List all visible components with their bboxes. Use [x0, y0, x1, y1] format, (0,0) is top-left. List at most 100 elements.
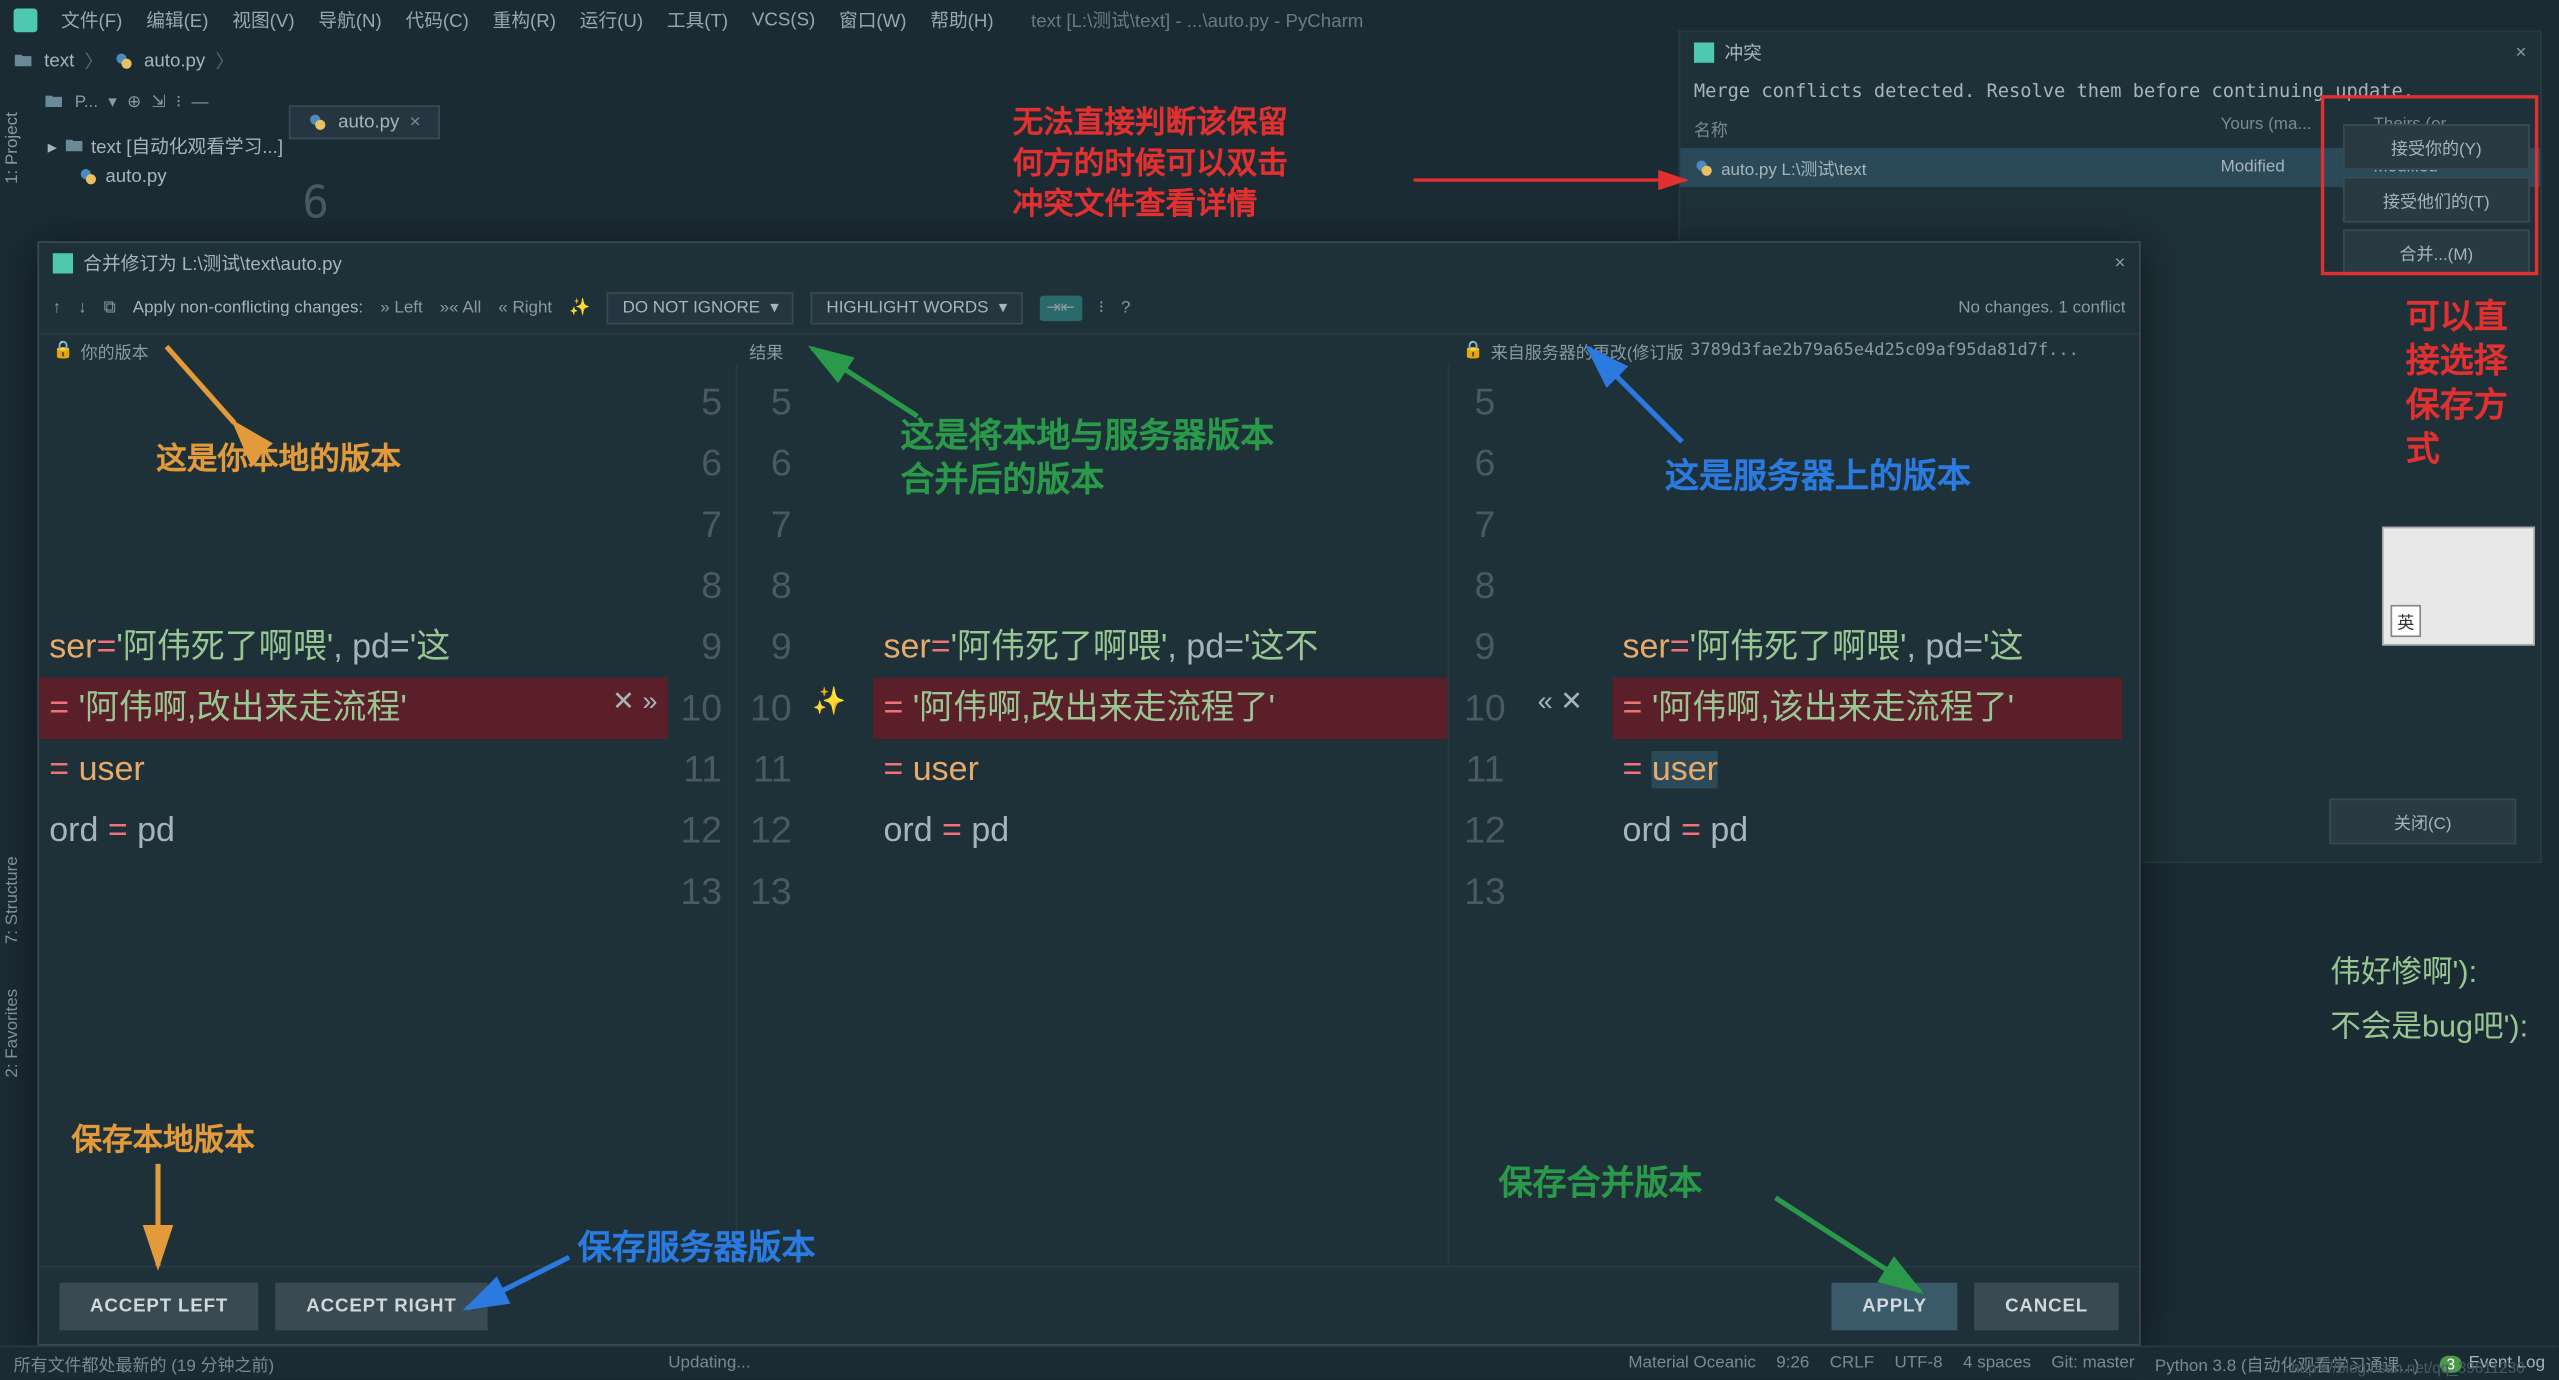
result-label: 结果 — [749, 337, 783, 362]
conflicts-title: 冲突 — [1724, 39, 1761, 66]
annotation-text: 无法直接判断该保留 何方的时候可以双击 冲突文件查看详情 — [1013, 102, 1288, 224]
ignore-dropdown[interactable]: DO NOT IGNORE ▾ — [607, 292, 794, 324]
status-theme[interactable]: Material Oceanic — [1628, 1354, 1755, 1373]
merge-reject-right[interactable]: « ✕ — [1538, 685, 1583, 719]
settings-icon[interactable]: ⁝ — [176, 93, 181, 112]
close-tab-icon[interactable]: × — [410, 112, 421, 132]
collapse-icon[interactable]: ⇥⇤ — [1040, 296, 1082, 321]
app-icon — [14, 8, 38, 32]
status-git[interactable]: Git: master — [2051, 1354, 2134, 1373]
target-icon[interactable]: ⊕ — [127, 93, 141, 112]
breadcrumb-file[interactable]: auto.py — [144, 51, 205, 71]
watermark: https://blog.csdn.net/qq_39611230 — [2291, 1359, 2525, 1376]
gutter: 5678910111213 — [668, 365, 736, 1265]
accept-theirs-button[interactable]: 接受他们的(T) — [2343, 177, 2530, 223]
magic-icon[interactable]: ✨ — [569, 299, 590, 318]
menu-help[interactable]: 帮助(H) — [930, 7, 993, 34]
breadcrumb-sep: 〉 — [84, 48, 103, 75]
menu-window[interactable]: 窗口(W) — [839, 7, 906, 34]
cancel-button[interactable]: CANCEL — [1975, 1282, 2119, 1330]
merge-footer: ACCEPT LEFT ACCEPT RIGHT APPLY CANCEL — [39, 1266, 2139, 1344]
bg-code-snippet: 伟好惨啊'): 不会是bug吧'): — [2330, 945, 2528, 1054]
merge-toolbar: ↑ ↓ ⧉ Apply non-conflicting changes: » L… — [39, 284, 2139, 335]
python-icon — [78, 167, 98, 187]
breadcrumb-root[interactable]: text — [44, 51, 74, 71]
arrow-icon — [1414, 163, 1703, 197]
tree-root-label: text [自动化观看学习...] — [91, 133, 283, 160]
menu-file[interactable]: 文件(F) — [61, 7, 122, 34]
python-icon — [1694, 157, 1714, 177]
apply-right-button[interactable]: « Right — [498, 299, 552, 318]
status-bar: 所有文件都处最新的 (19 分钟之前) Updating... Material… — [0, 1346, 2559, 1380]
tab-favorites[interactable]: 2: Favorites — [0, 975, 25, 1091]
tab-project[interactable]: 1: Project — [0, 99, 25, 198]
accept-right-button[interactable]: ACCEPT RIGHT — [276, 1282, 488, 1330]
editor-tab-auto-py[interactable]: auto.py × — [289, 105, 439, 139]
magic-resolve-icon[interactable]: ✨ — [812, 685, 846, 719]
merge-status: No changes. 1 conflict — [1958, 299, 2125, 318]
project-panel: P... ▾ ⊕ ⇲ ⁝ — ▸ text [自动化观看学习...] auto.… — [34, 82, 306, 198]
gutter: 5678910111213 — [737, 365, 805, 1265]
close-icon[interactable]: × — [2515, 42, 2526, 62]
conflicts-message: Merge conflicts detected. Resolve them b… — [1680, 73, 2540, 109]
help-icon[interactable]: ? — [1121, 299, 1130, 318]
menu-run[interactable]: 运行(U) — [580, 7, 643, 34]
breadcrumb-sep: 〉 — [215, 48, 234, 75]
yours-label: 你的版本 — [81, 337, 149, 362]
apply-button[interactable]: APPLY — [1831, 1282, 1957, 1330]
settings-icon[interactable]: ⁝ — [1099, 299, 1104, 318]
tab-structure[interactable]: 7: Structure — [0, 843, 25, 958]
python-icon — [308, 112, 328, 132]
folder-icon — [64, 136, 84, 156]
avatar-sticker: 英 — [2382, 527, 2535, 646]
bg-line-num: 6 — [302, 178, 329, 229]
revision-hash: 3789d3fae2b79a65e4d25c09af95da81d7f... — [1690, 341, 2079, 360]
status-indent[interactable]: 4 spaces — [1963, 1354, 2031, 1373]
merge-title: 合并修订为 L:\测试\text\auto.py — [83, 250, 342, 277]
menu-edit[interactable]: 编辑(E) — [146, 7, 208, 34]
merge-button[interactable]: 合并...(M) — [2343, 229, 2530, 275]
editor-tabs: auto.py × — [289, 102, 439, 143]
editor-tab-label: auto.py — [338, 112, 399, 132]
accept-yours-button[interactable]: 接受你的(Y) — [2343, 124, 2530, 170]
prev-change-icon[interactable]: ↑ — [53, 299, 61, 318]
status-cursor-pos[interactable]: 9:26 — [1776, 1354, 1809, 1373]
menu-navigate[interactable]: 导航(N) — [318, 7, 381, 34]
left-tool-strip: 1: Project 7: Structure 2: Favorites — [0, 82, 34, 1346]
apply-nc-label: Apply non-conflicting changes: — [133, 299, 363, 318]
project-dropdown[interactable]: P... — [75, 93, 98, 112]
merge-dialog: 合并修订为 L:\测试\text\auto.py × ↑ ↓ ⧉ Apply n… — [37, 241, 2140, 1345]
merge-pane-yours[interactable]: ser='阿伟死了啊喂', pd='这 = '阿伟啊,改出来走流程' = use… — [39, 365, 736, 1265]
status-vcs-msg: 所有文件都处最新的 (19 分钟之前) — [14, 1351, 275, 1376]
status-encoding[interactable]: UTF-8 — [1894, 1354, 1942, 1373]
conflict-file-name: auto.py L:\测试\text — [1721, 155, 1866, 180]
next-change-icon[interactable]: ↓ — [78, 299, 86, 318]
apply-left-button[interactable]: » Left — [380, 299, 423, 318]
status-updating: Updating... — [668, 1354, 750, 1373]
apply-all-button[interactable]: »« All — [440, 299, 482, 318]
highlight-dropdown[interactable]: HIGHLIGHT WORDS ▾ — [811, 292, 1022, 324]
collapse-icon[interactable]: ⇲ — [151, 93, 165, 112]
close-icon[interactable]: × — [2115, 253, 2126, 273]
app-icon — [53, 253, 73, 273]
status-line-sep[interactable]: CRLF — [1830, 1354, 1874, 1373]
menu-refactor[interactable]: 重构(R) — [493, 7, 556, 34]
gutter: 5678910111213 — [1449, 365, 1534, 1265]
menu-code[interactable]: 代码(C) — [406, 7, 469, 34]
theirs-label: 来自服务器的更改(修订版 — [1491, 337, 1684, 362]
merge-pane-theirs[interactable]: 5678910111213 « ✕ ser='阿伟死了啊喂', pd='这 = … — [1449, 365, 2139, 1265]
folder-icon — [44, 92, 64, 112]
menu-vcs[interactable]: VCS(S) — [752, 10, 815, 30]
tree-file[interactable]: auto.py — [48, 163, 293, 190]
tree-file-label: auto.py — [105, 167, 166, 187]
close-button[interactable]: 关闭(C) — [2329, 799, 2516, 845]
accept-left-button[interactable]: ACCEPT LEFT — [59, 1282, 258, 1330]
merge-reject-left[interactable]: ✕ » — [612, 685, 657, 719]
app-icon — [1694, 42, 1714, 62]
python-icon — [113, 51, 133, 71]
menu-tools[interactable]: 工具(T) — [667, 7, 728, 34]
tree-root[interactable]: ▸ text [自动化观看学习...] — [48, 129, 293, 163]
menu-view[interactable]: 视图(V) — [232, 7, 294, 34]
merge-pane-result[interactable]: 5678910111213 ✨ ser='阿伟死了啊喂', pd='这不 = '… — [736, 365, 1450, 1265]
compare-icon[interactable]: ⧉ — [104, 299, 116, 318]
